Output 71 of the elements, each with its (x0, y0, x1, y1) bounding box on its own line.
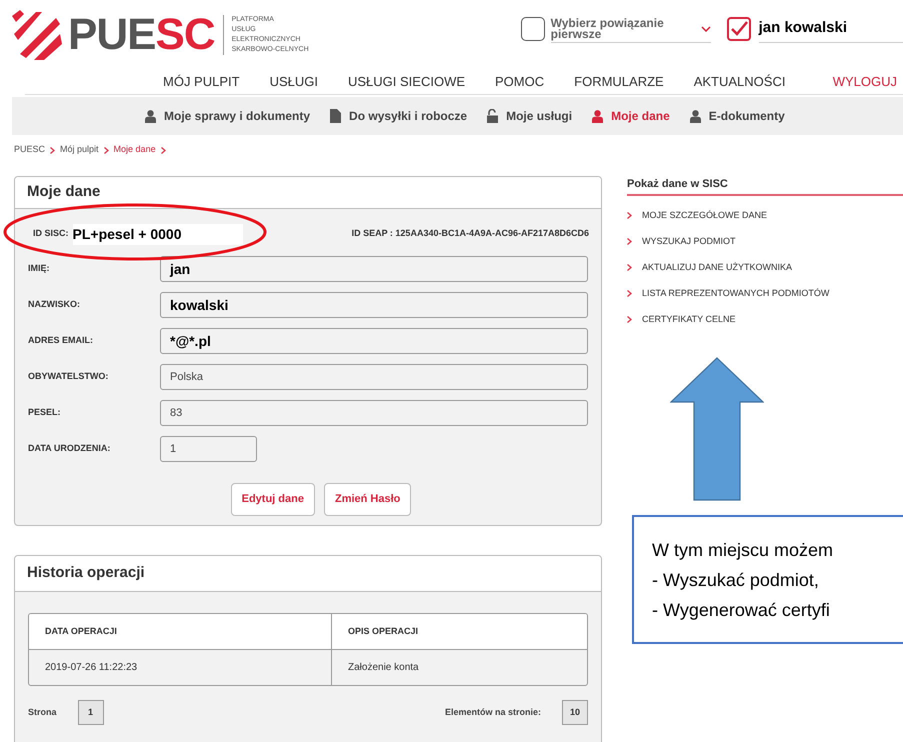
table-cell: Założenie konta (331, 650, 587, 685)
sidebar-link[interactable]: WYSZUKAJ PODMIOT (642, 234, 736, 248)
checkbox[interactable] (726, 17, 751, 41)
callout-text: W tym miejscu możem (652, 539, 834, 562)
nav-link[interactable]: MÓJ PULPIT (163, 72, 240, 92)
table-cell-text: 2019-07-26 11:22:23 (44, 661, 138, 675)
field-label: ADRES EMAIL: (28, 334, 93, 348)
field-label: OBYWATELSTWO: (28, 370, 108, 384)
nav-link[interactable]: POMOC (495, 72, 544, 92)
chevron-right-icon (50, 146, 56, 154)
id-seap-text: ID SEAP : 125AA340-BC1A-4A9A-AC96-AF217A8D6CD6 (352, 227, 589, 240)
input-field[interactable]: jan (160, 256, 588, 282)
document-icon (330, 109, 342, 123)
nav-link[interactable]: FORMULARZE (574, 72, 664, 92)
chevron-right-icon (627, 238, 632, 245)
chevron-right-icon (160, 146, 166, 154)
logo-stripes-icon (12, 10, 62, 60)
breadcrumb-link[interactable]: PUESC (14, 143, 46, 157)
breadcrumb-link[interactable]: Mój pulpit (60, 143, 99, 157)
user-icon (592, 110, 604, 122)
sidebar-link[interactable]: AKTUALIZUJ DANE UŻYTKOWNIKA (642, 260, 792, 274)
relation-dropdown[interactable]: Wybierz powiązanie pierwsze (550, 15, 711, 43)
input-field[interactable]: 83 (160, 400, 588, 426)
card-title: Moje dane (27, 182, 100, 202)
section-tab[interactable]: Do wysyłki i robocze (330, 107, 468, 125)
nav-link[interactable]: USŁUGI (270, 72, 318, 92)
field-label: DATA URODZENIA: (28, 442, 110, 456)
field-label: ID SISC: (33, 227, 69, 240)
chevron-right-icon (627, 264, 632, 271)
field-label: PESEL: (28, 406, 61, 420)
chevron-right-icon (627, 212, 632, 219)
per-page-value[interactable]: 10 (562, 700, 588, 725)
column-header: OPIS OPERACJI (331, 614, 587, 649)
action-button[interactable]: Zmień Hasło (324, 483, 412, 516)
sidebar-title: Pokaż dane w SISC (627, 177, 728, 192)
section-tab[interactable]: Moje usługi (487, 107, 572, 125)
per-page-label: Elementów na stronie: (444, 706, 541, 719)
input-field[interactable]: 1 (160, 436, 257, 462)
callout-text: - Wyszukać podmiot, (652, 569, 820, 592)
action-button[interactable]: Edytuj dane (230, 483, 315, 516)
card-title: Historia operacji (27, 563, 145, 584)
sidebar-link[interactable]: LISTA REPREZENTOWANYCH PODMIOTÓW (642, 286, 830, 300)
chevron-right-icon (627, 316, 632, 323)
section-tab[interactable]: E-dokumenty (690, 107, 785, 125)
logo-text: PUESC (68, 13, 215, 57)
section-tab[interactable]: Moje sprawy i dokumenty (145, 107, 310, 125)
chevron-down-icon (700, 26, 711, 32)
column-header: DATA OPERACJI (44, 624, 118, 638)
nav-link[interactable]: USŁUGI SIECIOWE (348, 72, 466, 92)
input-field[interactable]: *@*.pl (160, 328, 588, 354)
user-icon (690, 110, 701, 122)
user-icon (145, 110, 156, 122)
chevron-right-icon (104, 146, 109, 154)
user-name[interactable]: jan kowalski (758, 15, 903, 43)
input-field[interactable]: Polska (160, 364, 588, 390)
field-label: IMIĘ: (28, 262, 50, 276)
pagination-label: Strona (28, 706, 57, 719)
logout-link[interactable]: WYLOGUJ (832, 72, 897, 92)
field-label: NAZWISKO: (28, 298, 80, 312)
sidebar-link[interactable]: CERTYFIKATY CELNE (642, 312, 736, 326)
unlocked-padlock-icon (487, 109, 498, 123)
section-tab[interactable]: Moje dane (592, 107, 670, 125)
breadcrumb-link[interactable]: Moje dane (114, 143, 156, 157)
chevron-right-icon (627, 290, 632, 297)
id-sisc-value: PL+pesel + 0000 (72, 224, 243, 244)
checkbox[interactable] (520, 17, 545, 41)
page-number[interactable]: 1 (78, 700, 104, 725)
nav-link[interactable]: AKTUALNOŚCI (694, 72, 786, 92)
callout-text: - Wygenerować certyfi (652, 599, 831, 622)
input-field[interactable]: kowalski (160, 292, 588, 318)
sidebar-link[interactable]: MOJE SZCZEGÓŁOWE DANE (642, 208, 768, 222)
